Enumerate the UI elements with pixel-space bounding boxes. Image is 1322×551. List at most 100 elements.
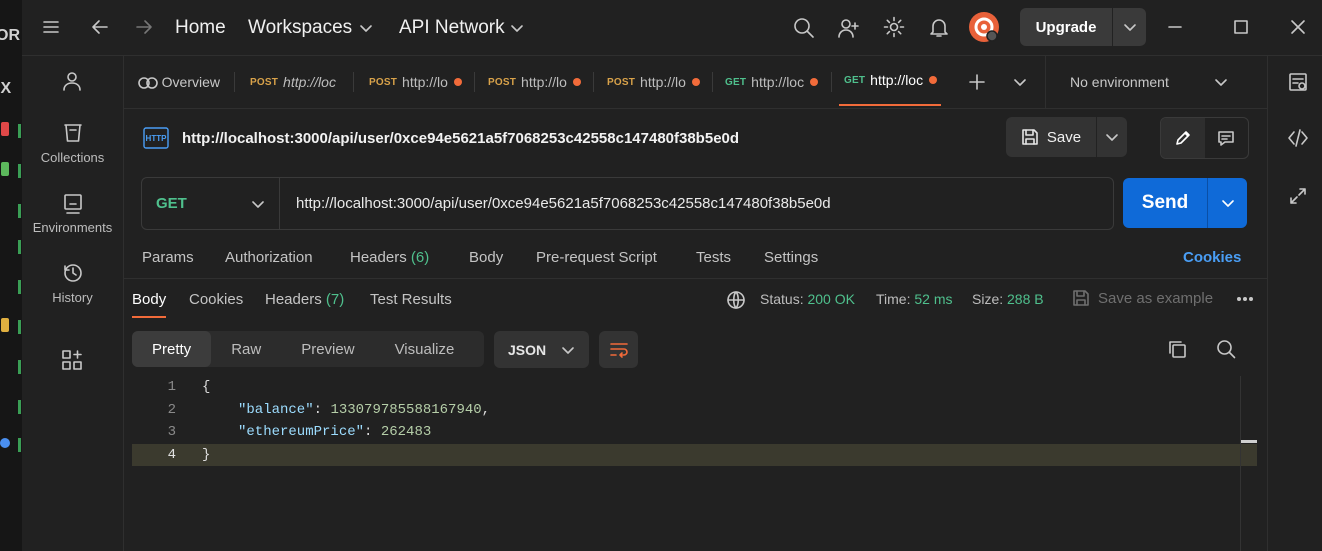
gear-icon[interactable]	[883, 16, 905, 38]
response-tab-cookies[interactable]: Cookies	[189, 291, 243, 308]
user-icon[interactable]	[61, 70, 83, 92]
tabs-dropdown-icon[interactable]	[1012, 74, 1028, 90]
back-arrow-icon[interactable]	[90, 17, 110, 37]
wrap-lines-button[interactable]	[599, 331, 638, 368]
copy-icon[interactable]	[1167, 339, 1187, 359]
edge-text-top: OR	[0, 27, 20, 44]
comment-icon[interactable]	[1205, 118, 1249, 158]
minimize-icon[interactable]	[1167, 19, 1183, 35]
chevron-down-icon[interactable]	[1208, 178, 1247, 228]
edit-toggle-group	[1160, 117, 1249, 159]
tab-separator	[234, 72, 235, 92]
response-view-selector: Pretty Raw Preview Visualize	[132, 331, 484, 367]
tab-method: POST	[488, 76, 517, 88]
tab-settings[interactable]: Settings	[764, 249, 818, 266]
response-tab-body[interactable]: Body	[132, 291, 167, 318]
tab-request[interactable]: POST http://lo	[607, 56, 707, 108]
request-title[interactable]: http://localhost:3000/api/user/0xce94e56…	[182, 130, 739, 147]
tab-params[interactable]: Params	[142, 249, 194, 266]
unsaved-dot	[810, 78, 819, 86]
avatar[interactable]	[968, 11, 1000, 43]
count-badge: (6)	[410, 249, 430, 266]
tab-url: http://lo	[640, 74, 686, 90]
tab-request[interactable]: GET http://loc	[725, 56, 825, 108]
code-text: "balance": 133079785588167940,	[238, 399, 490, 422]
bell-icon[interactable]	[928, 16, 950, 38]
response-tab-test-results[interactable]: Test Results	[370, 291, 452, 308]
tab-prerequest-script[interactable]: Pre-request Script	[536, 249, 657, 266]
pencil-icon[interactable]	[1161, 118, 1205, 158]
tab-headers[interactable]: Headers (6)	[350, 249, 429, 266]
tab-body[interactable]: Body	[469, 249, 503, 266]
url-input[interactable]	[280, 178, 1113, 229]
tab-tests[interactable]: Tests	[696, 249, 731, 266]
response-body-code[interactable]: 1 { 2 "balance": 133079785588167940, 3 "…	[132, 376, 1257, 466]
code-text: {	[202, 379, 211, 395]
search-icon[interactable]	[793, 17, 815, 39]
nav-home[interactable]: Home	[175, 0, 226, 55]
tab-request-active[interactable]: GET http://loc	[839, 56, 941, 106]
format-select[interactable]: JSON	[494, 331, 589, 368]
close-icon[interactable]	[1290, 19, 1306, 35]
tab-request[interactable]: POST http://loc	[250, 56, 340, 108]
time-readout[interactable]: Time: 52 ms	[876, 291, 953, 307]
view-visualize[interactable]: Visualize	[375, 331, 475, 367]
forward-arrow-icon[interactable]	[134, 17, 154, 37]
sidebar-item-environments[interactable]: Environments	[22, 192, 123, 235]
status-readout[interactable]: Status: 200 OK	[760, 291, 855, 307]
hamburger-menu-icon[interactable]	[42, 18, 60, 36]
size-readout[interactable]: Size: 288 B	[972, 291, 1044, 307]
json-key: "balance"	[238, 401, 314, 418]
sidebar-item-label: Collections	[40, 150, 105, 165]
upgrade-label: Upgrade	[1020, 8, 1113, 46]
nav-workspaces[interactable]: Workspaces	[248, 0, 374, 55]
environment-selector[interactable]: No environment	[1046, 56, 1251, 108]
sidebar-item-label: Environments	[32, 220, 113, 235]
unsaved-dot	[572, 78, 581, 86]
tab-request[interactable]: POST http://lo	[488, 56, 588, 108]
scrollbar-thumb[interactable]	[1241, 440, 1257, 443]
chevron-down-icon[interactable]	[1113, 8, 1146, 46]
more-options-icon[interactable]	[1236, 292, 1254, 306]
tab-method: POST	[250, 76, 279, 88]
tab-separator	[593, 72, 594, 92]
environment-quick-look-icon[interactable]	[1288, 72, 1308, 92]
new-tab-plus-icon[interactable]	[968, 73, 986, 91]
add-user-icon[interactable]	[838, 17, 860, 39]
globe-icon[interactable]	[726, 290, 746, 310]
tab-label: Overview	[161, 74, 220, 90]
tab-overview[interactable]: Overview	[138, 56, 220, 108]
tab-authorization[interactable]: Authorization	[225, 249, 313, 266]
search-icon[interactable]	[1216, 339, 1236, 359]
save-label-group: Save	[1006, 117, 1097, 157]
method-select[interactable]: GET	[142, 178, 280, 229]
line-number: 3	[167, 424, 176, 440]
view-preview[interactable]: Preview	[281, 331, 374, 367]
view-raw[interactable]: Raw	[211, 331, 281, 367]
sidebar-item-history[interactable]: History	[22, 262, 123, 305]
cookies-link[interactable]: Cookies	[1183, 249, 1241, 266]
save-as-example-label: Save as example	[1098, 289, 1214, 307]
tab-request[interactable]: POST http://lo	[369, 56, 469, 108]
add-widget-icon[interactable]	[61, 349, 83, 371]
view-pretty[interactable]: Pretty	[132, 331, 212, 367]
section-divider	[123, 278, 1267, 279]
edge-marker	[18, 240, 21, 254]
vertical-scrollbar[interactable]	[1240, 376, 1257, 551]
chevron-down-icon	[360, 24, 372, 32]
nav-api-network[interactable]: API Network	[399, 0, 525, 55]
chevron-down-icon[interactable]	[1097, 117, 1127, 157]
save-as-example-button[interactable]: Save as example	[1072, 289, 1213, 307]
send-button[interactable]: Send	[1123, 178, 1247, 228]
expand-icon[interactable]	[1289, 187, 1307, 205]
send-label: Send	[1123, 178, 1208, 228]
response-tab-headers[interactable]: Headers (7)	[265, 291, 344, 308]
format-label: JSON	[508, 341, 547, 358]
maximize-icon[interactable]	[1233, 19, 1249, 35]
sidebar-item-collections[interactable]: Collections	[22, 122, 123, 165]
upgrade-button[interactable]: Upgrade	[1020, 8, 1146, 46]
top-bar: Home Workspaces API Network Upgrade	[22, 0, 1322, 56]
tab-method: POST	[607, 76, 636, 88]
code-icon[interactable]	[1287, 128, 1309, 148]
save-button[interactable]: Save	[1006, 117, 1127, 157]
